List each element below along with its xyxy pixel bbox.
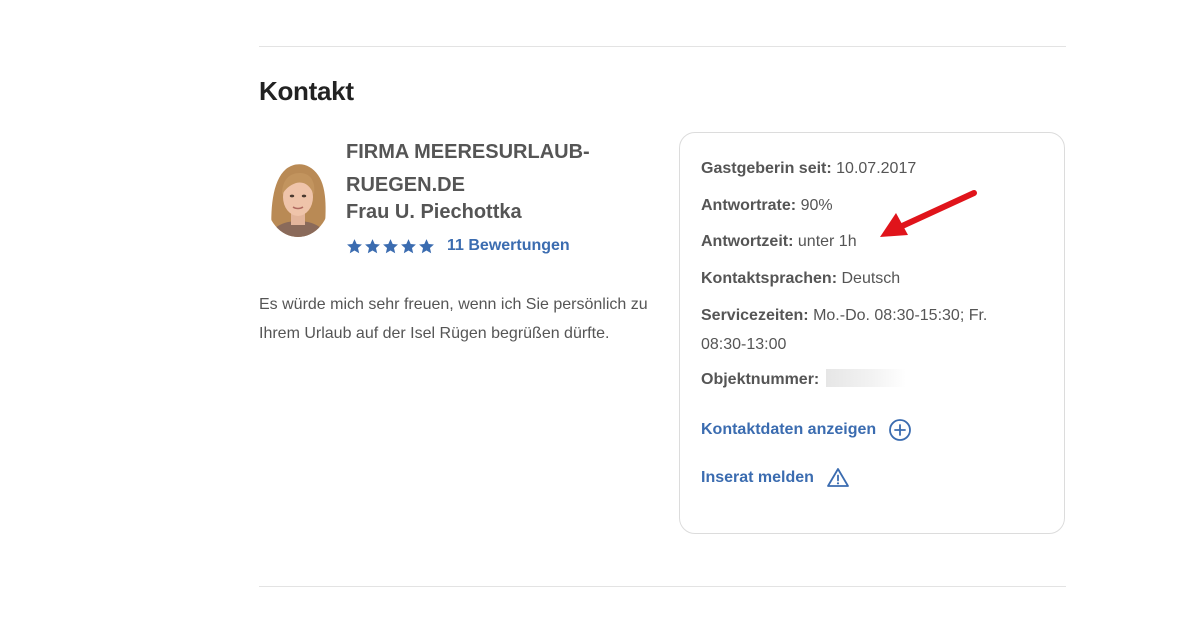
host-intro-text: Es würde mich sehr freuen, wenn ich Sie …	[259, 296, 648, 342]
star-icon	[401, 238, 416, 253]
fact-object-number: Objektnummer:	[701, 366, 906, 395]
object-number-redacted	[825, 369, 906, 387]
host-rating: 11 Bewertungen	[346, 237, 570, 255]
section-title: Kontakt	[259, 76, 354, 106]
report-listing-button[interactable]: Inserat melden	[701, 466, 850, 490]
fact-response-time-value: unter 1h	[797, 233, 857, 250]
fact-host-since-label: Gastgeberin seit:	[701, 160, 832, 177]
star-icon	[419, 238, 434, 253]
star-icon	[347, 238, 362, 253]
fact-response-rate-label: Antwortrate:	[701, 197, 797, 214]
contact-section: Kontakt FIRMA MEERESURLAUB-RUEGEN.DE Fra…	[0, 0, 1200, 630]
fact-languages-value: Deutsch	[841, 270, 901, 287]
divider-top	[259, 46, 1066, 47]
next-section-heading-cutoff	[259, 618, 799, 630]
fact-service-hours: Servicezeiten: Mo.-Do. 08:30-15:30; Fr. …	[701, 302, 1031, 359]
fact-host-since: Gastgeberin seit: 10.07.2017	[701, 155, 916, 184]
fact-response-rate-value: 90%	[800, 197, 833, 214]
show-contact-label: Kontaktdaten anzeigen	[701, 421, 877, 438]
reviews-link[interactable]: 11 Bewertungen	[447, 237, 570, 255]
report-listing-label: Inserat melden	[701, 469, 814, 486]
annotation-arrow-icon	[880, 190, 977, 237]
host-name: Frau U. Piechottka	[346, 201, 522, 223]
avatar-portrait	[266, 161, 330, 237]
fact-host-since-value: 10.07.2017	[836, 160, 917, 177]
fact-response-time-label: Antwortzeit:	[701, 233, 794, 250]
plus-circle-icon	[889, 419, 912, 441]
fact-service-hours-label: Servicezeiten:	[701, 307, 809, 324]
fact-languages: Kontaktsprachen: Deutsch	[701, 265, 900, 294]
host-avatar	[266, 161, 330, 237]
rating-stars	[346, 238, 435, 255]
show-contact-button[interactable]: Kontaktdaten anzeigen	[701, 418, 912, 442]
fact-response-rate: Antwortrate: 90%	[701, 192, 833, 221]
fact-object-number-label: Objektnummer:	[701, 371, 820, 388]
host-company: FIRMA MEERESURLAUB-RUEGEN.DE	[346, 141, 590, 196]
star-icon	[383, 238, 398, 253]
divider-bottom	[259, 586, 1066, 587]
fact-response-time: Antwortzeit: unter 1h	[701, 228, 857, 257]
fact-languages-label: Kontaktsprachen:	[701, 270, 838, 287]
warning-triangle-icon	[827, 468, 849, 487]
star-icon	[365, 238, 380, 253]
